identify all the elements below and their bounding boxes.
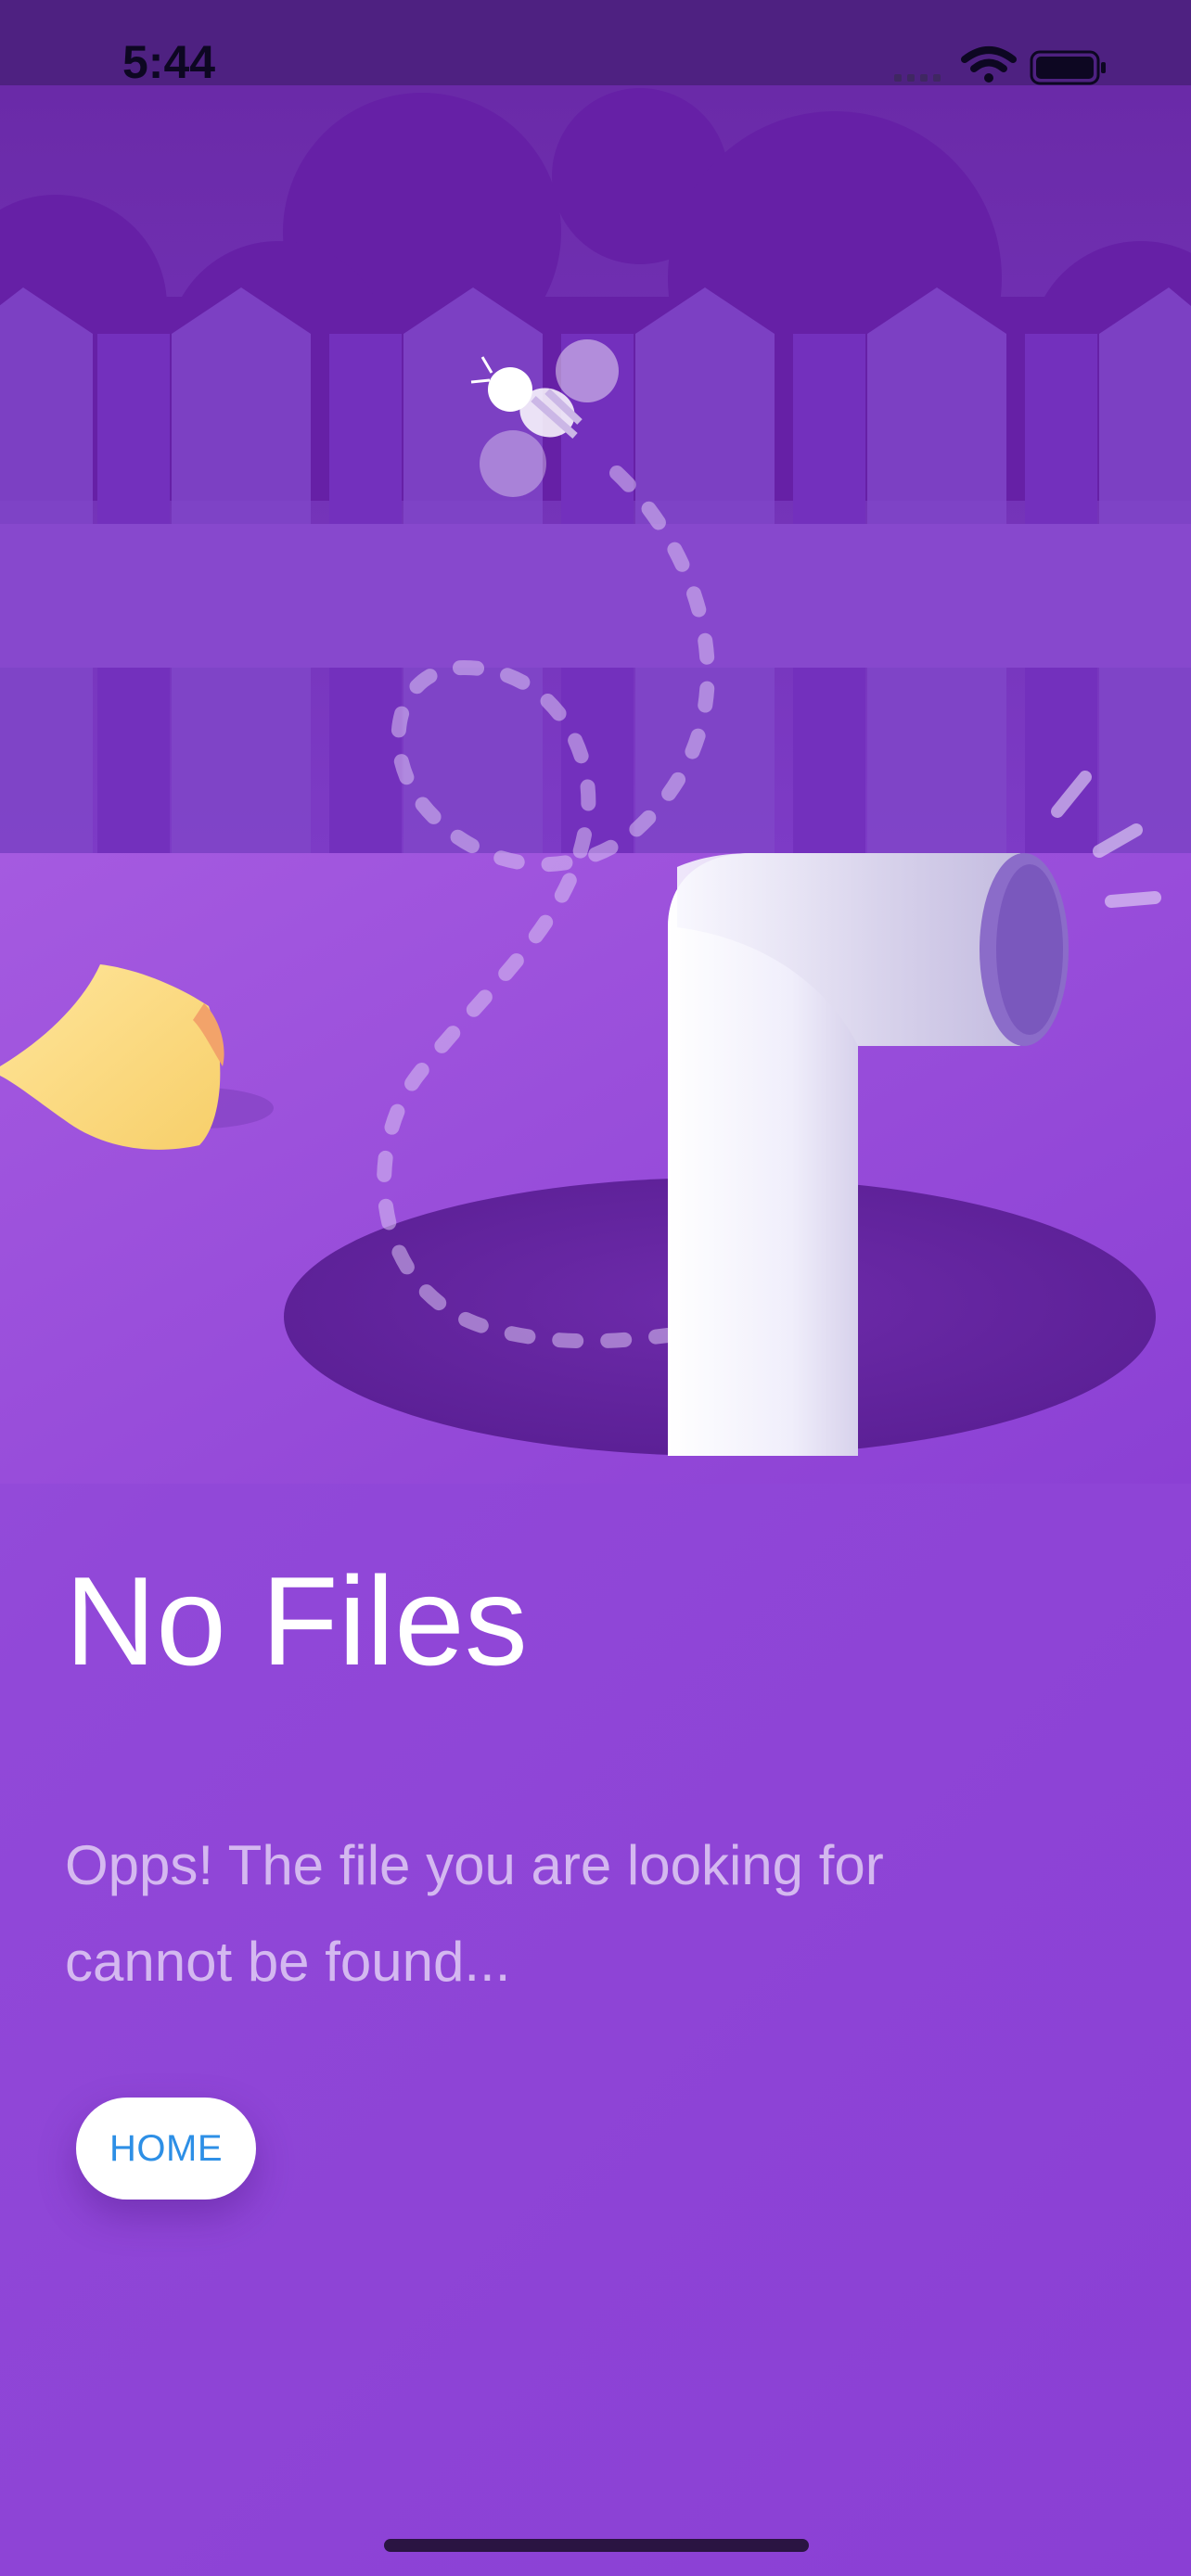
- wifi-icon: [961, 46, 1017, 83]
- empty-state-message: Opps! The file you are looking for canno…: [65, 1834, 884, 1993]
- status-time: 5:44: [122, 36, 216, 88]
- no-files-screen: 5:44 No Files Opps! The file you are loo…: [0, 0, 1191, 2576]
- cellular-signal-icon: [894, 74, 941, 82]
- status-bar: 5:44: [0, 0, 1191, 88]
- status-icons: [894, 46, 1106, 85]
- home-button[interactable]: HOME: [76, 2098, 256, 2200]
- empty-state-illustration: [0, 85, 1191, 1484]
- battery-icon: [1030, 50, 1106, 85]
- home-indicator[interactable]: [384, 2539, 809, 2552]
- empty-state-title: No Files: [65, 1550, 528, 1691]
